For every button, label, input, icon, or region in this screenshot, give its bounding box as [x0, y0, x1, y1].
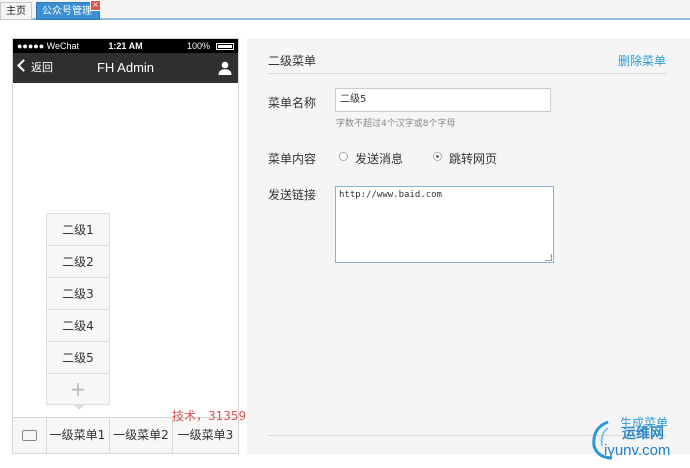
menu-item-2[interactable]: 一级菜单2: [110, 418, 173, 453]
submenu-item[interactable]: 二级2: [47, 246, 109, 278]
add-submenu-button[interactable]: +: [47, 374, 109, 405]
site-logo: 运维网 iyunv.com: [582, 418, 686, 464]
close-icon[interactable]: ×: [90, 0, 101, 11]
send-link-value: http://www.baid.com: [339, 190, 442, 200]
send-link-label: 发送链接: [268, 188, 317, 202]
nav-bar: 返回 FH Admin: [13, 53, 238, 83]
tab-label: 公众号管理: [42, 6, 92, 17]
send-message-label: 发送消息: [355, 152, 404, 166]
keyboard-icon: [22, 430, 37, 441]
panel-title: 二级菜单: [268, 54, 317, 68]
radio-jump-page[interactable]: [433, 152, 442, 161]
send-link-textarea[interactable]: http://www.baid.com: [335, 186, 554, 263]
submenu-item[interactable]: 二级3: [47, 278, 109, 310]
submenu-popup: 二级1 二级2 二级3 二级4 二级5 +: [46, 213, 110, 405]
tab-official-account[interactable]: 公众号管理 ×: [36, 0, 101, 20]
keyboard-toggle[interactable]: [13, 418, 47, 453]
menu-content-label: 菜单内容: [268, 152, 317, 166]
submenu-item[interactable]: 二级4: [47, 310, 109, 342]
submenu-item[interactable]: 二级5: [47, 342, 109, 374]
menu-name-label: 菜单名称: [268, 96, 317, 110]
jump-page-label: 跳转网页: [449, 152, 498, 166]
nav-title: FH Admin: [96, 60, 155, 75]
edit-panel: 二级菜单 删除菜单 菜单名称 二级5 字数不超过4个汉字或8个字母 菜单内容 发…: [247, 38, 690, 454]
radio-send-message[interactable]: [339, 152, 348, 161]
logo-text-en: iyunv.com: [604, 442, 671, 459]
submenu-caret: [74, 405, 84, 410]
menu-name-hint: 字数不超过4个汉字或8个字母: [336, 119, 456, 129]
delete-menu-link[interactable]: 删除菜单: [618, 52, 666, 69]
status-bar: ●●●●● WeChat 1:21 AM 100%: [13, 39, 238, 53]
menu-name-input[interactable]: 二级5: [335, 88, 551, 112]
divider: [268, 73, 666, 74]
user-icon[interactable]: [218, 61, 232, 75]
battery-icon: [216, 43, 234, 50]
resize-handle[interactable]: [545, 254, 552, 261]
battery-percent: 100%: [186, 41, 210, 51]
phone-preview: ●●●●● WeChat 1:21 AM 100% 返回 FH Admin 二级…: [12, 38, 239, 454]
logo-text-cn: 运维网: [622, 426, 664, 442]
submenu-item[interactable]: 二级1: [47, 214, 109, 246]
tab-bar: 主页 公众号管理 ×: [0, 0, 690, 20]
tab-home[interactable]: 主页: [0, 2, 32, 20]
menu-item-1[interactable]: 一级菜单1: [46, 418, 110, 453]
